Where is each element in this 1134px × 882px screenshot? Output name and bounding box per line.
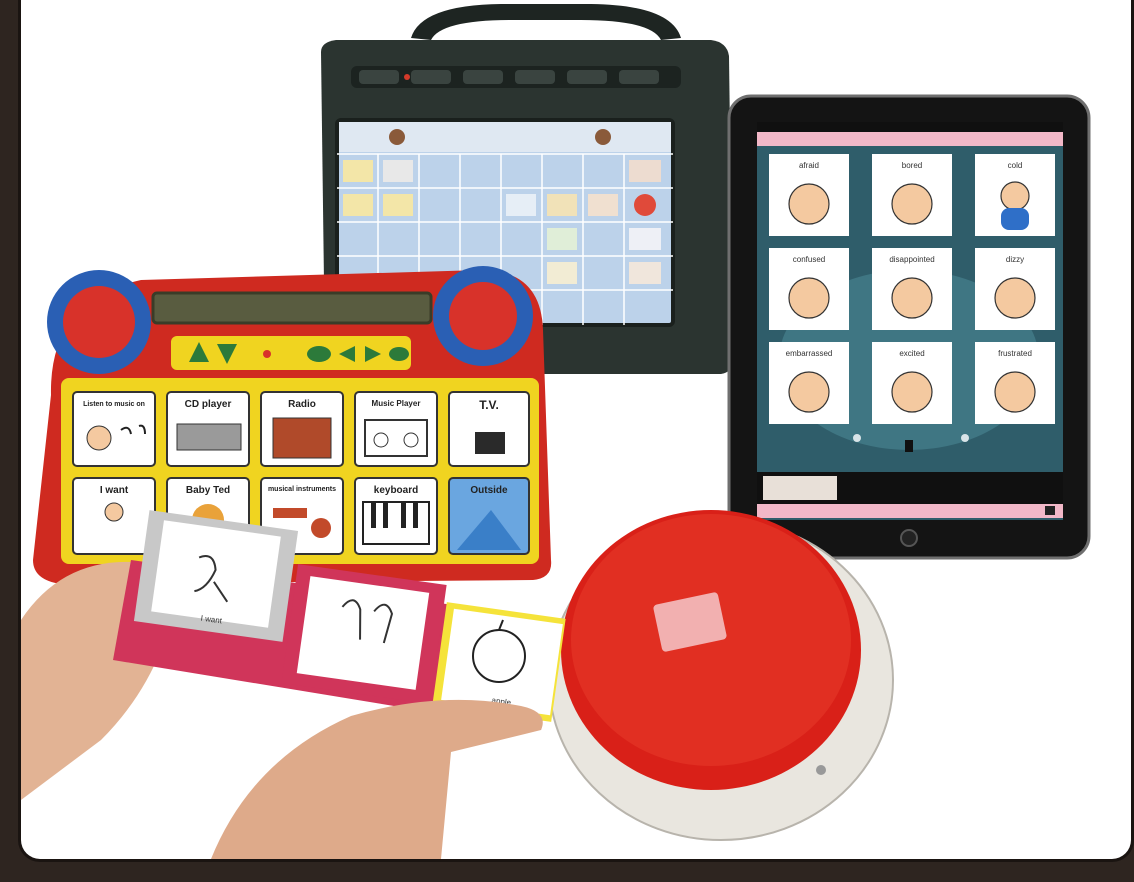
emotion-card[interactable]: embarrassed xyxy=(769,342,849,424)
symbol-label: musical instruments xyxy=(268,486,336,493)
emotion-card[interactable]: bored xyxy=(872,154,952,236)
photo-frame: afraid bored cold confused disappointed … xyxy=(18,0,1134,862)
talker-handle xyxy=(411,4,681,40)
tablet-footer-bar xyxy=(757,504,1063,518)
symbol-label: I want xyxy=(100,485,129,496)
emotion-card[interactable]: confused xyxy=(769,248,849,330)
symbol-cell[interactable]: Listen to music on xyxy=(72,391,156,467)
emotion-card[interactable]: dizzy xyxy=(975,248,1055,330)
symbol-cell[interactable]: CD player xyxy=(166,391,250,467)
red-board-display xyxy=(151,291,433,325)
right-hand xyxy=(211,699,543,859)
symbol-label: Listen to music on xyxy=(83,401,145,408)
symbol-label: Radio xyxy=(288,399,316,410)
tablet-status-bar xyxy=(757,122,1063,132)
emotion-card[interactable]: frustrated xyxy=(975,342,1055,424)
picture-card[interactable] xyxy=(151,520,281,628)
symbol-label: Baby Ted xyxy=(186,485,230,496)
symbol-cell[interactable]: Music Player xyxy=(354,391,438,467)
symbol-label: keyboard xyxy=(374,485,418,496)
symbol-label: CD player xyxy=(185,399,232,410)
symbol-cell[interactable]: keyboard xyxy=(354,477,438,555)
symbol-label: Outside xyxy=(470,485,508,496)
symbol-cell[interactable]: I want xyxy=(72,477,156,555)
emotion-card[interactable]: afraid xyxy=(769,154,849,236)
symbol-label: Music Player xyxy=(372,399,421,408)
emotion-card[interactable]: excited xyxy=(872,342,952,424)
card-label: frustrated xyxy=(998,349,1032,358)
card-label: bored xyxy=(902,161,922,170)
tablet-home-button[interactable] xyxy=(900,529,918,547)
symbol-cell[interactable]: Outside xyxy=(448,477,530,555)
card-label: afraid xyxy=(799,161,819,170)
card-label: dizzy xyxy=(1006,255,1024,264)
picture-card[interactable] xyxy=(296,576,430,690)
emotion-card[interactable]: cold xyxy=(975,154,1055,236)
card-label: confused xyxy=(793,255,825,264)
card-label: cold xyxy=(1008,161,1023,170)
card-label: disappointed xyxy=(889,255,934,264)
emotion-card[interactable]: disappointed xyxy=(872,248,952,330)
card-label: embarrassed xyxy=(786,349,833,358)
symbol-cell[interactable]: Radio xyxy=(260,391,344,467)
symbol-label: T.V. xyxy=(479,398,499,412)
symbol-cell[interactable]: T.V. xyxy=(448,391,530,467)
tablet-header-bar xyxy=(757,132,1063,146)
card-label: excited xyxy=(899,349,924,358)
tablet: afraid bored cold confused disappointed … xyxy=(727,94,1091,560)
